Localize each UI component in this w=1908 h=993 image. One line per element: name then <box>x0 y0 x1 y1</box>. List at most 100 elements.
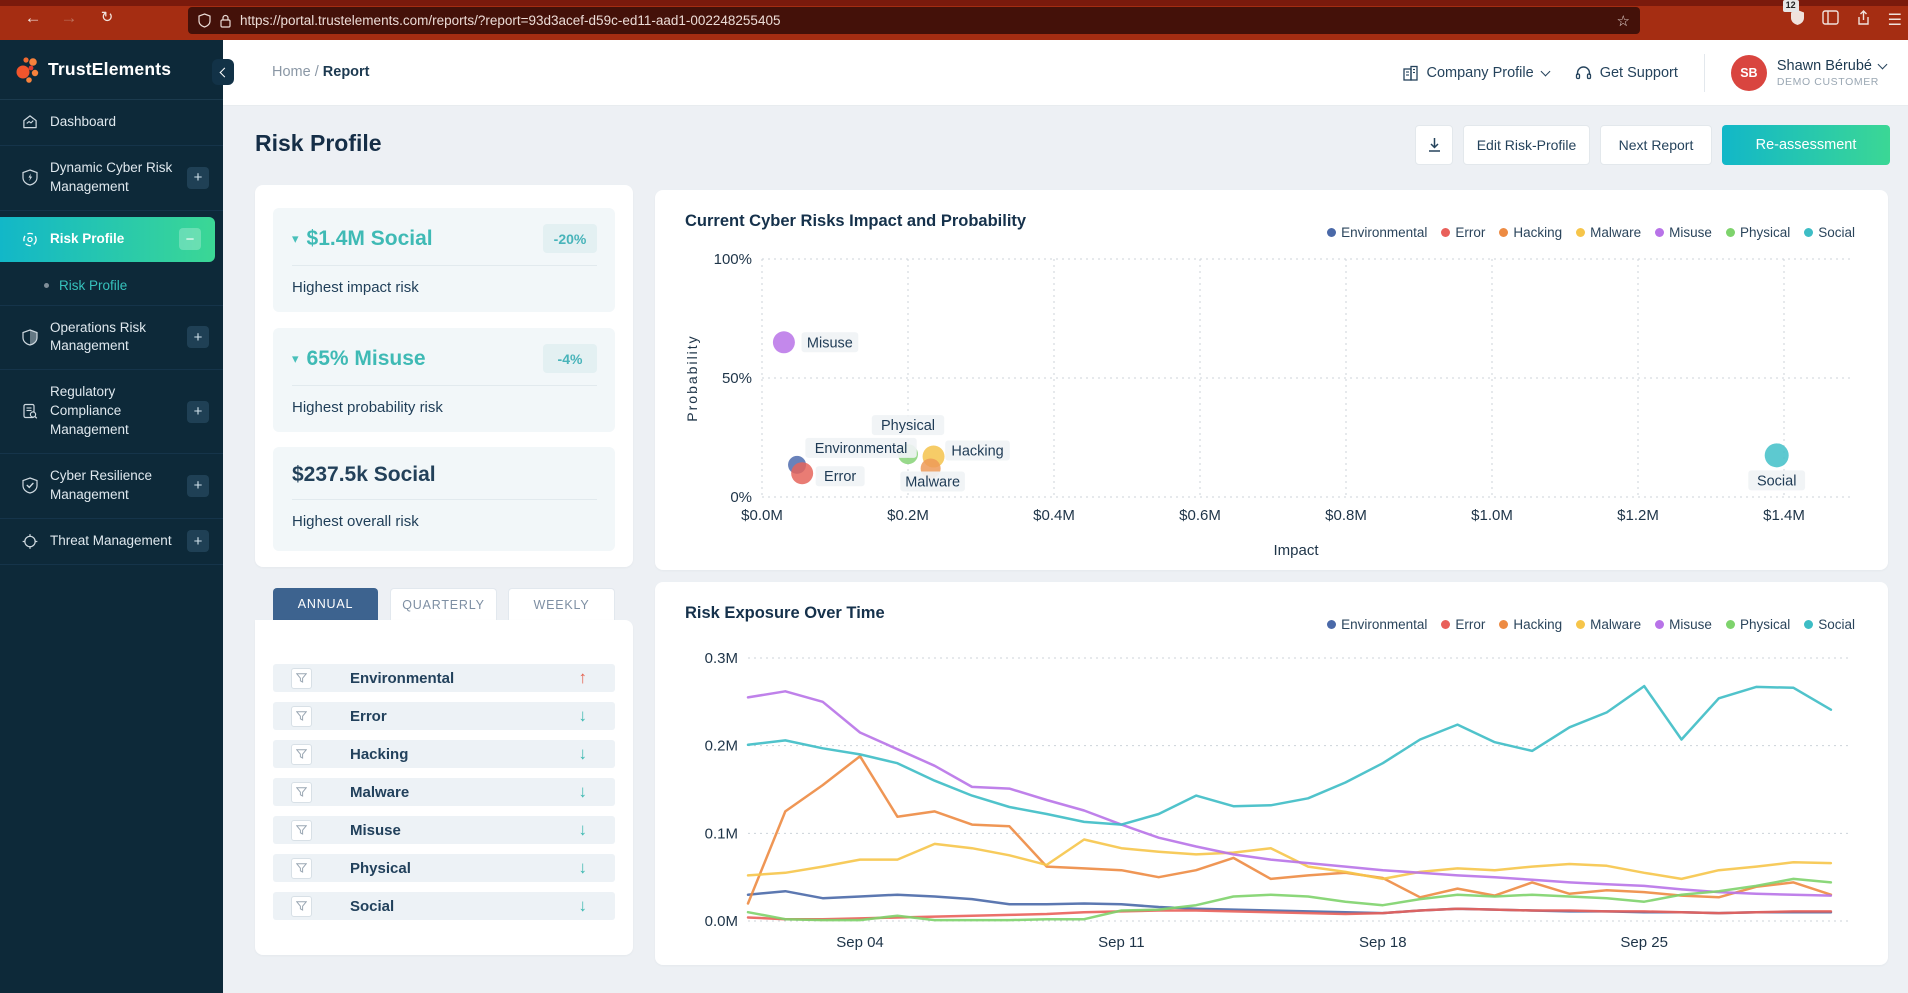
sidebar-toggle-icon[interactable] <box>1821 10 1839 30</box>
scatter-plot: $0.0M $0.2M $0.4M $0.6M $0.8M $1.0M $1.2M $1.4M… <box>684 251 1851 559</box>
tab-annual[interactable]: ANNUAL <box>273 588 378 620</box>
document-search-icon <box>23 404 38 419</box>
risk-row-environmental[interactable]: Environmental ↑ <box>273 664 615 692</box>
svg-text:100%: 100% <box>714 251 752 268</box>
url-text: https://portal.trustelements.com/reports… <box>240 13 781 28</box>
risk-row-hacking[interactable]: Hacking ↓ <box>273 740 615 768</box>
company-profile-menu[interactable]: Company Profile <box>1402 65 1551 81</box>
svg-text:$0.2M: $0.2M <box>887 507 929 524</box>
edit-risk-profile-button[interactable]: Edit Risk-Profile <box>1463 125 1590 165</box>
menu-icon[interactable]: ☰ <box>1888 10 1902 30</box>
sidebar-item-dynamic-cyber-risk[interactable]: Dynamic Cyber Risk Management + <box>0 146 223 211</box>
svg-text:Sep 11: Sep 11 <box>1098 934 1144 951</box>
risk-filter-panel: Environmental ↑ Error ↓ Hacking ↓ Malwar… <box>255 620 633 955</box>
risk-row-misuse[interactable]: Misuse ↓ <box>273 816 615 844</box>
forward-icon[interactable]: → <box>56 8 82 28</box>
risk-row-physical[interactable]: Physical ↓ <box>273 854 615 882</box>
trend-arrow: ↑ <box>578 668 588 687</box>
sidebar-item-threat-management[interactable]: Threat Management + <box>0 519 223 565</box>
trend-arrow: ↓ <box>578 858 588 877</box>
header-divider <box>1703 54 1705 92</box>
trend-down-icon: ▾ <box>292 230 299 246</box>
sidebar-item-cyber-resilience[interactable]: Cyber Resilience Management + <box>0 454 223 519</box>
svg-text:0.1M: 0.1M <box>705 825 738 842</box>
tab-weekly[interactable]: WEEKLY <box>508 588 615 620</box>
chevron-down-icon <box>1540 66 1551 77</box>
svg-text:Sep 04: Sep 04 <box>836 934 884 951</box>
filter-funnel-icon[interactable] <box>291 705 312 727</box>
svg-text:Social: Social <box>1757 473 1797 489</box>
download-report-button[interactable] <box>1415 125 1453 165</box>
stat-value: 65% Misuse <box>306 346 426 370</box>
bullet-icon <box>44 282 49 288</box>
stat-value: $1.4M Social <box>306 226 433 250</box>
re-assessment-button[interactable]: Re-assessment <box>1722 125 1890 165</box>
brand-name: TrustElements <box>48 59 172 79</box>
highest-impact-card: ▾ $1.4M Social -20% Highest impact risk <box>273 208 615 312</box>
trend-arrow: ↓ <box>578 782 588 801</box>
sidebar-item-regulatory-compliance[interactable]: Regulatory Compliance Management + <box>0 370 223 455</box>
filter-funnel-icon[interactable] <box>291 819 312 841</box>
filter-funnel-icon[interactable] <box>291 857 312 879</box>
bookmark-star-icon[interactable]: ☆ <box>1617 12 1630 30</box>
extension-badge: 12 <box>1782 0 1799 12</box>
breadcrumb-current: Report <box>322 64 370 80</box>
risk-summary-panel: ▾ $1.4M Social -20% Highest impact risk … <box>255 185 633 567</box>
scatter-chart-card: Current Cyber Risks Impact and Probabili… <box>655 190 1888 570</box>
expand-button[interactable]: + <box>187 400 209 423</box>
browser-toolbar: ← → ↻ https://portal.trustelements.com/r… <box>0 0 1908 40</box>
avatar[interactable]: SB <box>1730 55 1767 91</box>
filter-funnel-icon[interactable] <box>291 781 312 803</box>
get-support-link[interactable]: Get Support <box>1575 65 1678 81</box>
target-icon <box>23 232 37 246</box>
stat-change-badge: -20% <box>543 224 597 253</box>
sidebar-collapse-button[interactable] <box>212 59 234 85</box>
expand-button[interactable]: + <box>187 166 209 189</box>
trend-arrow: ↓ <box>578 896 588 915</box>
svg-text:Impact: Impact <box>1273 542 1319 559</box>
back-icon[interactable]: ← <box>20 8 46 28</box>
expand-button[interactable]: + <box>187 530 209 553</box>
trend-arrow: ↓ <box>578 706 588 725</box>
svg-text:Environmental: Environmental <box>815 441 908 457</box>
collapse-section-button[interactable]: − <box>179 228 201 251</box>
brand-row: TrustElements <box>0 40 234 100</box>
sidebar-item-risk-profile[interactable]: Risk Profile − <box>0 216 215 262</box>
shield-bolt-icon <box>22 169 38 186</box>
filter-funnel-icon[interactable] <box>291 667 312 689</box>
svg-text:Sep 18: Sep 18 <box>1359 934 1407 951</box>
trustelements-logo <box>16 56 39 83</box>
risk-row-error[interactable]: Error ↓ <box>273 702 615 730</box>
trend-down-icon: ▾ <box>292 350 299 366</box>
svg-text:Malware: Malware <box>905 474 960 490</box>
svg-text:$1.4M: $1.4M <box>1763 507 1805 524</box>
filter-funnel-icon[interactable] <box>291 743 312 765</box>
svg-text:$0.0M: $0.0M <box>741 507 783 524</box>
breadcrumb-home[interactable]: Home <box>272 64 311 80</box>
stat-caption: Highest impact risk <box>292 279 419 296</box>
expand-button[interactable]: + <box>187 326 209 349</box>
line-chart-card: Risk Exposure Over Time Environmental Err… <box>655 582 1888 965</box>
shield-half-icon <box>22 329 38 346</box>
address-bar[interactable]: https://portal.trustelements.com/reports… <box>188 7 1640 34</box>
svg-text:$1.0M: $1.0M <box>1471 507 1513 524</box>
user-name: Shawn Bérubé <box>1776 58 1872 74</box>
sidebar-subitem-risk-profile[interactable]: Risk Profile <box>0 268 223 306</box>
next-report-button[interactable]: Next Report <box>1600 125 1712 165</box>
filter-funnel-icon[interactable] <box>291 895 312 917</box>
tab-quarterly[interactable]: QUARTERLY <box>390 588 497 620</box>
sidebar-item-dashboard[interactable]: Dashboard <box>0 100 223 146</box>
share-icon[interactable] <box>1856 9 1871 31</box>
sidebar-item-operations-risk[interactable]: Operations Risk Management + <box>0 306 223 371</box>
svg-text:0.3M: 0.3M <box>705 650 738 667</box>
expand-button[interactable]: + <box>187 474 209 497</box>
svg-text:$0.6M: $0.6M <box>1179 507 1221 524</box>
user-menu[interactable]: SB Shawn Bérubé DEMO CUSTOMER <box>1730 55 1888 91</box>
reload-icon[interactable]: ↻ <box>94 8 120 26</box>
svg-text:$0.4M: $0.4M <box>1033 507 1075 524</box>
risk-row-malware[interactable]: Malware ↓ <box>273 778 615 806</box>
svg-text:$0.8M: $0.8M <box>1325 507 1367 524</box>
highest-probability-card: ▾ 65% Misuse -4% Highest probability ris… <box>273 328 615 432</box>
risk-row-social[interactable]: Social ↓ <box>273 892 615 920</box>
adblock-extension-icon[interactable]: 12 <box>1782 0 1805 31</box>
